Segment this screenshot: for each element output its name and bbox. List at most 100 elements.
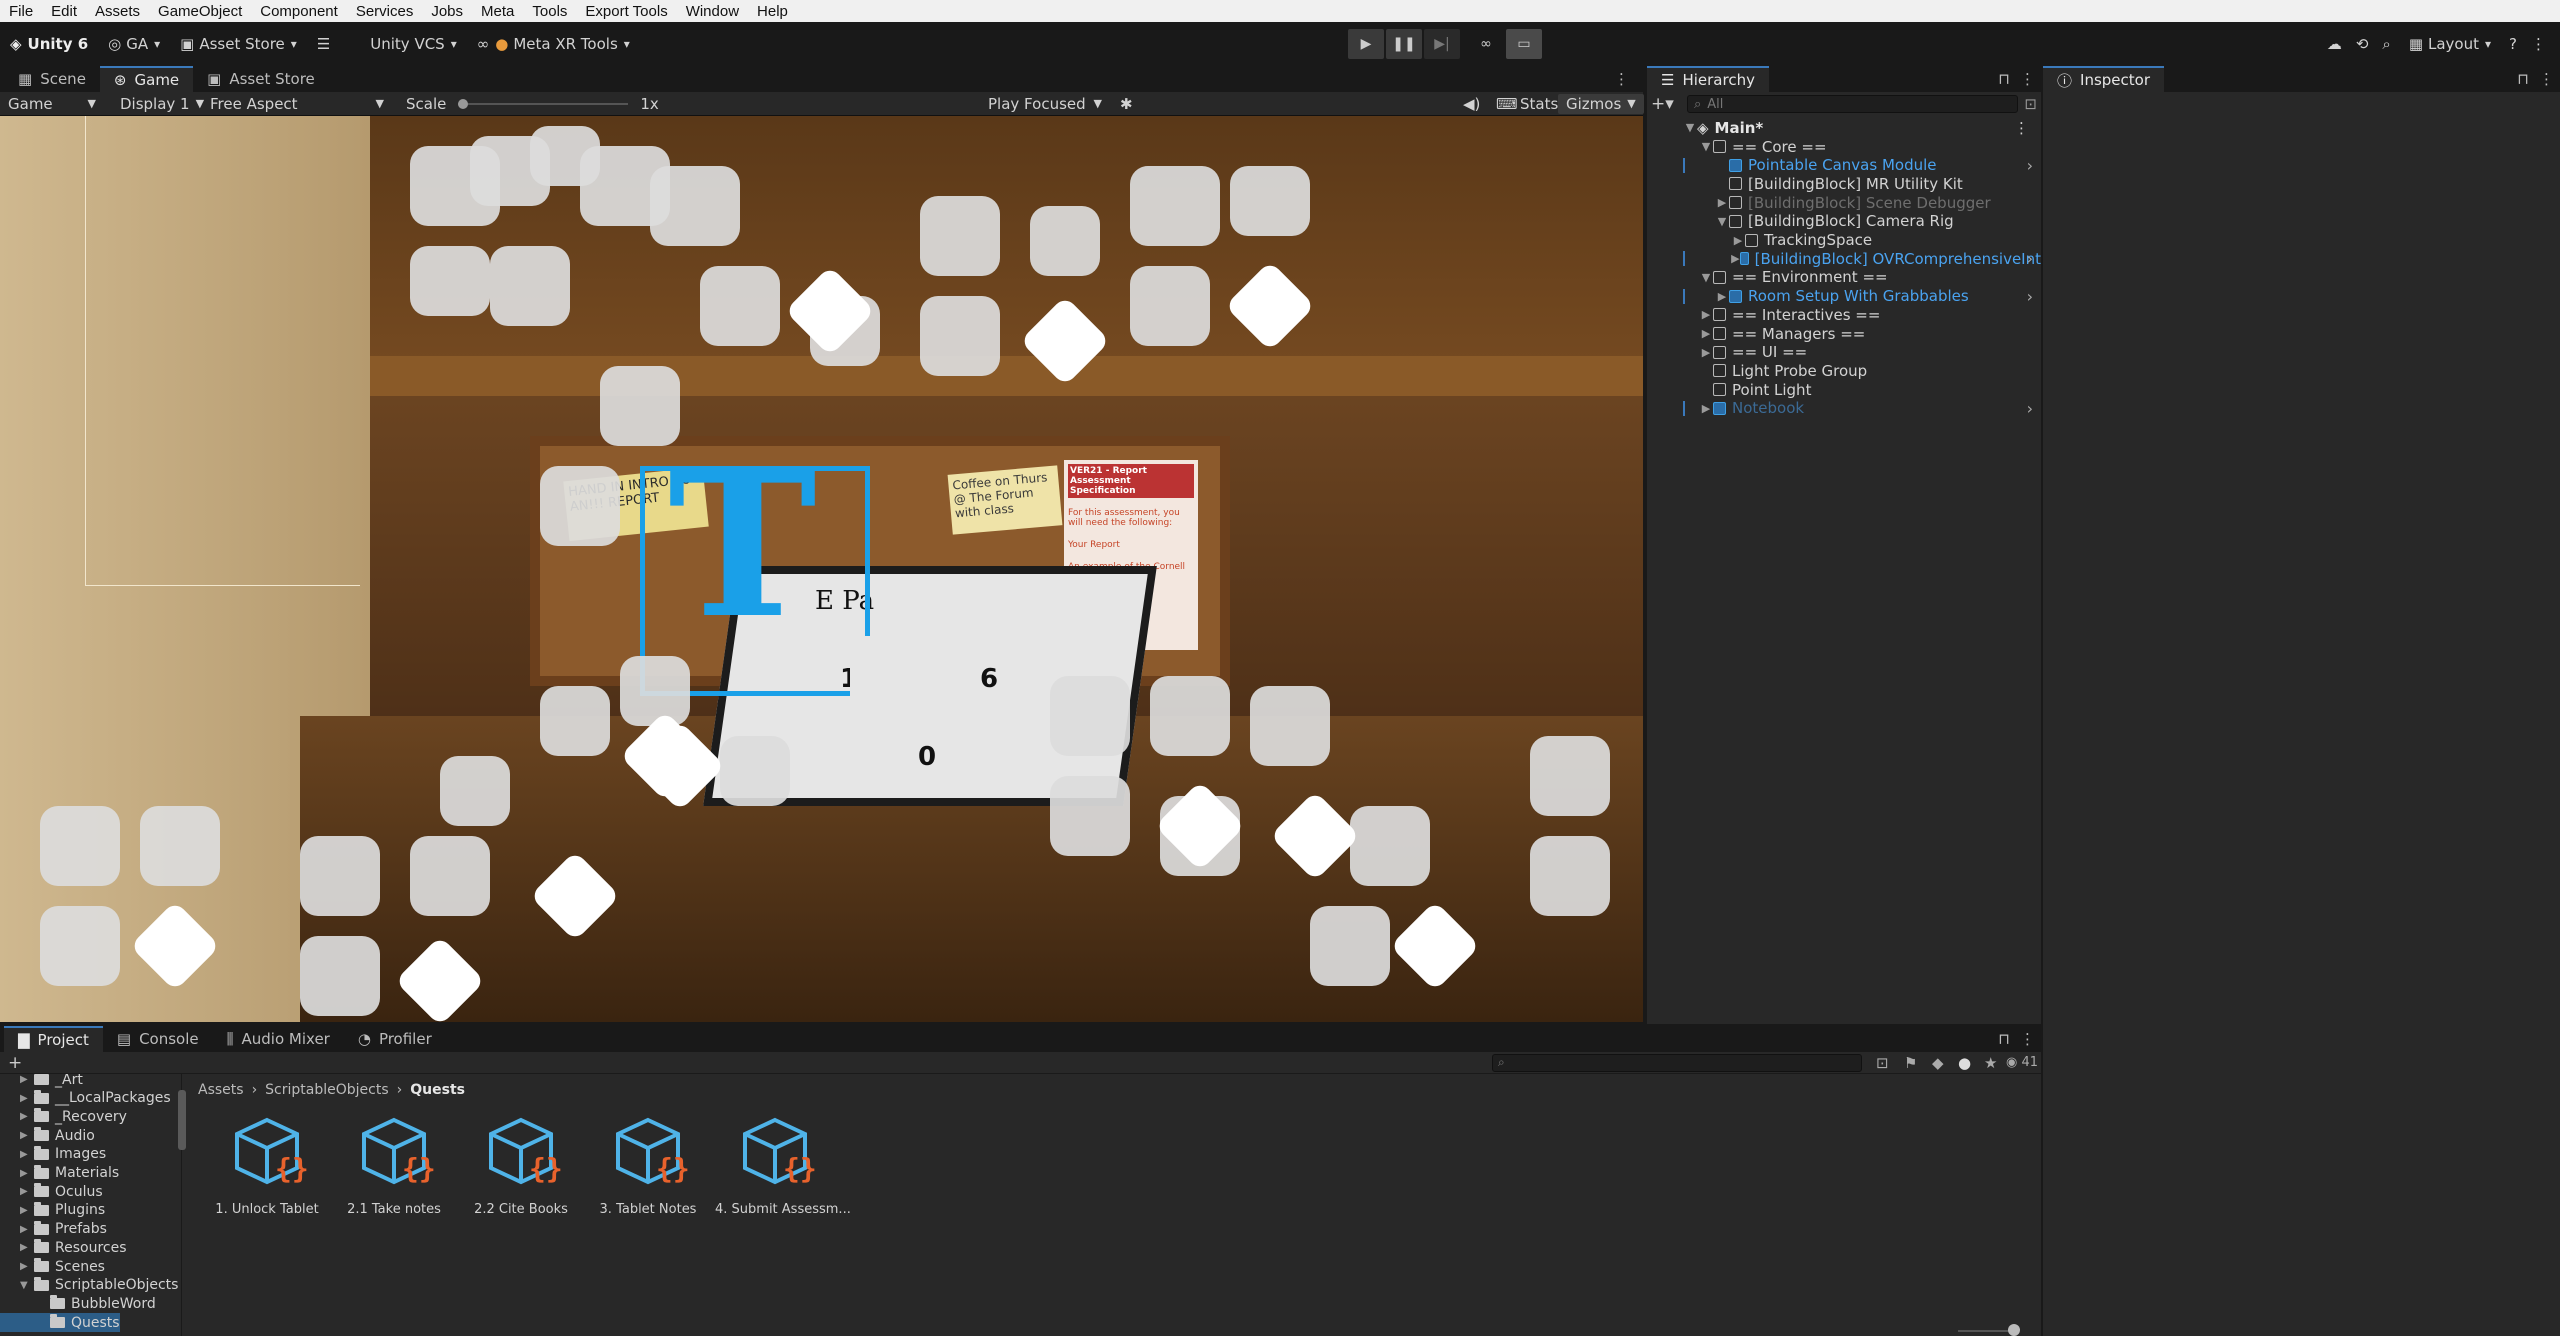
favorite-icon[interactable]: ★: [1984, 1054, 1997, 1072]
expand-arrow-icon[interactable]: ▶: [20, 1186, 34, 1197]
tag-icon[interactable]: ◆: [1932, 1054, 1944, 1072]
warning-filter-icon[interactable]: ●: [1958, 1054, 1971, 1072]
meta-link-button[interactable]: ∞: [1468, 29, 1504, 59]
hierarchy-item[interactable]: ▶ [BuildingBlock] OVRComprehensiveInt ›: [1647, 249, 2041, 268]
hierarchy-item[interactable]: [BuildingBlock] MR Utility Kit: [1647, 174, 2041, 193]
tree-scrollbar[interactable]: [178, 1090, 186, 1150]
scale-slider-handle[interactable]: [458, 98, 469, 109]
breadcrumb-scriptableobjects[interactable]: ScriptableObjects: [265, 1082, 388, 1098]
lock-button[interactable]: ⊓: [1994, 1026, 2014, 1052]
expand-arrow-icon[interactable]: ▶: [1715, 290, 1729, 303]
icon-size-handle[interactable]: [2008, 1324, 2020, 1336]
hierarchy-item[interactable]: Point Light: [1647, 380, 2041, 399]
hierarchy-item[interactable]: ▶ TrackingSpace: [1647, 231, 2041, 250]
expand-arrow-icon[interactable]: ▶: [20, 1111, 34, 1122]
hierarchy-item[interactable]: Pointable Canvas Module ›: [1647, 156, 2041, 175]
tab-profiler[interactable]: ◔ Profiler: [344, 1026, 446, 1052]
expand-arrow-icon[interactable]: ▶: [20, 1149, 34, 1160]
meta-xr-tools-dropdown[interactable]: ∞ ● Meta XR Tools: [467, 29, 640, 59]
menu-item-component[interactable]: Component: [251, 3, 347, 20]
project-folder[interactable]: ▶ Prefabs: [0, 1220, 107, 1239]
project-folder[interactable]: ▶ Resources: [0, 1238, 127, 1257]
hierarchy-item[interactable]: ▶ [BuildingBlock] Scene Debugger: [1647, 193, 2041, 212]
asset-item[interactable]: {} 2.2 Cite Books: [461, 1112, 581, 1242]
step-button[interactable]: ▶|: [1424, 29, 1460, 59]
help-icon[interactable]: ?: [2509, 35, 2517, 53]
expand-arrow-icon[interactable]: ▶: [20, 1205, 34, 1216]
filter-by-label-icon[interactable]: ⚑: [1904, 1054, 1917, 1072]
scale-slider[interactable]: [458, 98, 629, 109]
menu-item-file[interactable]: File: [0, 3, 42, 20]
expand-arrow-icon[interactable]: ▼: [1683, 121, 1697, 134]
prefab-open-chevron-icon[interactable]: ›: [2027, 287, 2033, 306]
project-folder[interactable]: ▶ Scenes: [0, 1257, 105, 1276]
project-folder[interactable]: ▶ Audio: [0, 1126, 95, 1145]
menu-item-assets[interactable]: Assets: [86, 3, 149, 20]
expand-arrow-icon[interactable]: ▶: [20, 1168, 34, 1179]
history-icon[interactable]: ⟲: [2356, 35, 2369, 53]
layout-dropdown[interactable]: ▦ Layout: [2405, 29, 2495, 59]
package-manager-button[interactable]: ☰: [307, 29, 340, 59]
game-panel-menu-button[interactable]: ⋮: [1600, 66, 1643, 92]
hierarchy-item[interactable]: ▼ == Core ==: [1647, 137, 2041, 156]
tab-console[interactable]: ▤ Console: [103, 1026, 213, 1052]
asset-item[interactable]: {} 1. Unlock Tablet: [207, 1112, 327, 1242]
project-search-input[interactable]: ⌕: [1492, 1054, 1862, 1072]
menu-item-help[interactable]: Help: [748, 3, 797, 20]
project-folder[interactable]: ▼ ScriptableObjects: [0, 1276, 178, 1295]
hierarchy-item[interactable]: ▶ == Interactives ==: [1647, 305, 2041, 324]
asset-store-dropdown[interactable]: ▣ Asset Store: [170, 29, 307, 59]
lock-button[interactable]: ⊓: [2513, 66, 2533, 92]
expand-arrow-icon[interactable]: ▶: [20, 1130, 34, 1141]
simulator-button[interactable]: ▭: [1506, 29, 1542, 59]
account-dropdown[interactable]: ◎ GA: [98, 29, 170, 59]
tab-inspector[interactable]: ⓘ Inspector: [2043, 66, 2164, 92]
hierarchy-root-row[interactable]: ▼ ◈ Main* ⋮: [1647, 118, 2041, 137]
more-icon[interactable]: ⋮: [2014, 119, 2029, 137]
tab-scene[interactable]: ▦ Scene: [4, 66, 100, 92]
menu-item-gameobject[interactable]: GameObject: [149, 3, 251, 20]
hierarchy-item[interactable]: ▶ Notebook ›: [1647, 399, 2041, 418]
version-control-dropdown[interactable]: Unity VCS: [360, 29, 466, 59]
project-folder[interactable]: Quests: [0, 1313, 120, 1333]
bug-button[interactable]: ✱: [1112, 95, 1141, 113]
inspector-menu-button[interactable]: ⋮: [2533, 66, 2560, 92]
cloud-icon[interactable]: ☁: [2327, 35, 2342, 53]
breadcrumb-quests[interactable]: Quests: [410, 1082, 465, 1098]
expand-arrow-icon[interactable]: ▶: [20, 1242, 34, 1253]
project-folder[interactable]: ▶ Materials: [0, 1164, 119, 1183]
menu-item-edit[interactable]: Edit: [42, 3, 86, 20]
hierarchy-item[interactable]: ▶ Room Setup With Grabbables ›: [1647, 287, 2041, 306]
game-viewport[interactable]: HAND IN INTRO TO AN!!! REPORT Coffee on …: [0, 116, 1643, 1022]
menu-item-export-tools[interactable]: Export Tools: [576, 3, 676, 20]
hierarchy-item[interactable]: ▶ == UI ==: [1647, 343, 2041, 362]
display-dropdown[interactable]: Display 1 ▼: [112, 95, 204, 113]
project-folder[interactable]: BubbleWord: [0, 1294, 156, 1313]
asset-item[interactable]: {} 3. Tablet Notes: [588, 1112, 708, 1242]
project-folder[interactable]: ▶ Images: [0, 1145, 106, 1164]
asset-item[interactable]: {} 4. Submit Assessm...: [715, 1112, 851, 1242]
collapse-arrow-icon[interactable]: ▼: [20, 1280, 34, 1291]
expand-arrow-icon[interactable]: ▶: [1715, 196, 1729, 209]
hierarchy-item[interactable]: ▼ == Environment ==: [1647, 268, 2041, 287]
game-mode-dropdown[interactable]: Game ▼: [0, 95, 104, 113]
breadcrumb-assets[interactable]: Assets: [198, 1082, 244, 1098]
unity-logo-button[interactable]: ◈ Unity 6: [0, 29, 98, 59]
project-menu-button[interactable]: ⋮: [2014, 1026, 2041, 1052]
hierarchy-item[interactable]: ▶ == Managers ==: [1647, 324, 2041, 343]
expand-arrow-icon[interactable]: ▶: [20, 1093, 34, 1104]
expand-arrow-icon[interactable]: ▶: [1699, 346, 1713, 359]
play-button[interactable]: ▶: [1348, 29, 1384, 59]
menu-item-jobs[interactable]: Jobs: [422, 3, 472, 20]
project-folder[interactable]: ▶ Plugins: [0, 1201, 105, 1220]
expand-arrow-icon[interactable]: ▼: [1699, 140, 1713, 153]
gizmos-dropdown[interactable]: Gizmos ▼: [1558, 93, 1644, 114]
tab-game[interactable]: ⊛ Game: [99, 66, 194, 92]
play-focused-dropdown[interactable]: Play Focused ▼: [980, 95, 1110, 113]
hierarchy-item[interactable]: Light Probe Group: [1647, 361, 2041, 380]
tab-audio-mixer[interactable]: ⫼ Audio Mixer: [213, 1026, 344, 1052]
tab-hierarchy[interactable]: ☰ Hierarchy: [1647, 66, 1769, 92]
expand-arrow-icon[interactable]: ▶: [1731, 252, 1740, 265]
tab-project[interactable]: ▇ Project: [4, 1026, 103, 1052]
asset-item[interactable]: {} 2.1 Take notes: [334, 1112, 454, 1242]
